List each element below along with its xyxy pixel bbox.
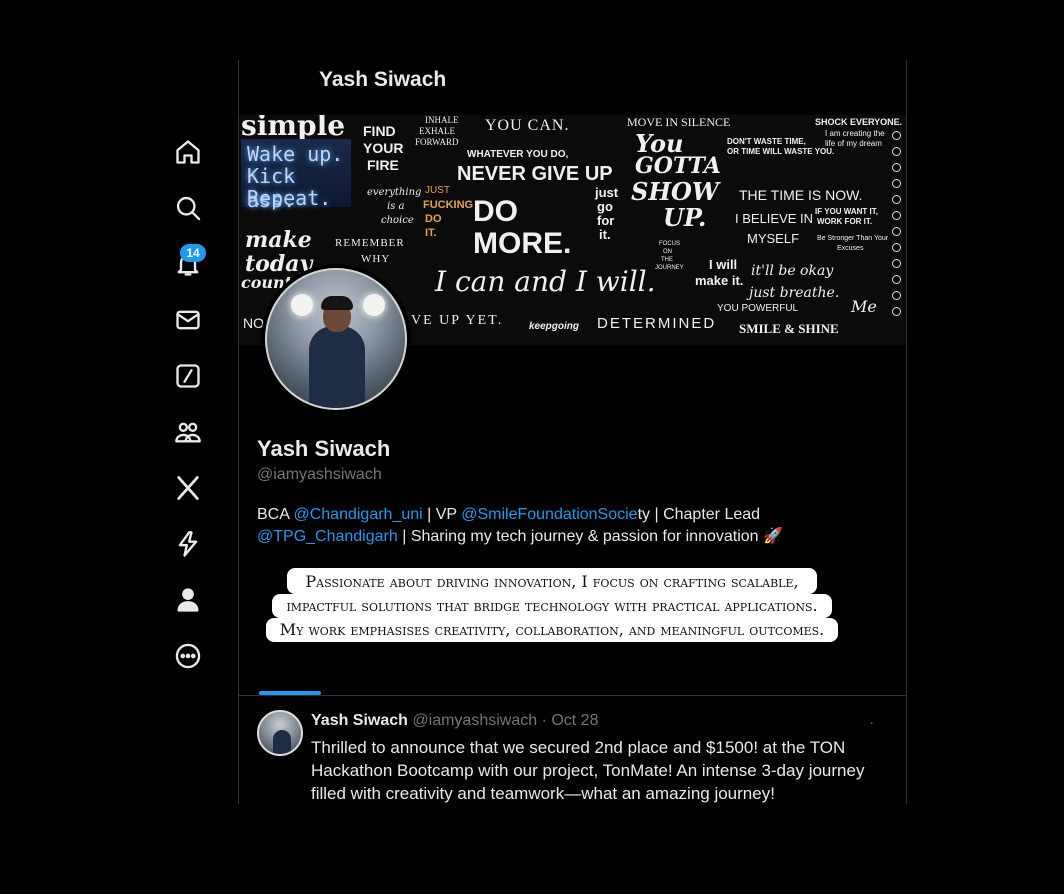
tweet[interactable]: Yash Siwach @iamyashsiwach · Oct 28 · Th… [239,696,906,804]
banner-text: FOCUS [659,241,680,247]
x-logo-icon[interactable] [172,472,204,504]
banner-text: OR TIME WILL WASTE YOU. [727,147,835,156]
banner-text: make it. [695,273,744,288]
more-icon[interactable] [172,640,204,672]
banner-text: SMILE & SHINE [739,321,839,336]
banner-text: just [595,185,619,200]
verified-orgs-icon[interactable] [172,528,204,560]
banner-text: it. [599,227,611,242]
banner-text: FIRE [367,157,399,173]
tweet-text: Thrilled to announce that we secured 2nd… [311,738,865,803]
tweet-handle-time[interactable]: @iamyashsiwach · Oct 28 [412,712,598,729]
profile-icon[interactable] [172,584,204,616]
banner-text: DO [473,195,518,228]
grok-icon[interactable] [172,360,204,392]
profile-avatar[interactable] [261,264,411,414]
banner-text: I will [709,257,738,272]
banner-text: JOURNEY [655,265,684,271]
banner-text: Me [851,297,877,316]
banner-text: THE [661,257,673,263]
banner-text: MOVE IN SILENCE [627,115,731,129]
bio-text: BCA [257,506,294,523]
tweet-header: Yash Siwach @iamyashsiwach · Oct 28 [311,712,598,730]
banner-text: I can and I will. [435,265,656,298]
banner-text: I am creating the [825,129,885,138]
banner-text: FUCKING [423,199,474,211]
profile-column: Yash Siwach simple FIND YOUR FIRE INHALE… [238,60,907,804]
banner-text: YOU POWERFUL [717,303,799,314]
banner-text: FORWARD [415,137,459,147]
banner-text: IF YOU WANT IT, [815,207,878,216]
bio-link-smile-foundation[interactable]: @SmileFoundationSocie [461,506,637,523]
banner-text: Repeat. [247,186,332,210]
banner-text: WHY [361,253,391,265]
bio-text: ty | Chapter Lead [637,506,761,523]
banner-text: IT. [425,227,437,239]
search-icon[interactable] [172,192,204,224]
banner-text: Wake up. [247,142,344,166]
banner-text: SHOCK EVERYONE. [815,117,903,127]
banner-text: keepgoing [529,321,580,332]
communities-icon[interactable] [172,416,204,448]
caption-line: My work emphasises creativity, collabora… [265,618,839,642]
banner-text: DO [425,213,442,225]
caption-overlay: Passionate about driving innovation, I f… [262,568,842,642]
profile-name: Yash Siwach [257,436,391,461]
banner-text: simple [241,115,346,142]
tweet-author-name[interactable]: Yash Siwach [311,712,408,729]
banner-text: GOTTA [635,153,721,179]
profile-bio: BCA @Chandigarh_uni | VP @SmileFoundatio… [257,504,897,548]
banner-text: WHATEVER YOU DO, [467,149,569,160]
profile-handle: @iamyashsiwach [257,466,382,483]
banner-text: YOU CAN. [485,117,570,134]
banner-text: everything [367,187,422,198]
banner-text: make [245,227,312,253]
caption-line: impactful solutions that bridge technolo… [272,594,832,618]
banner-text: DON'T WASTE TIME, [727,137,806,146]
banner-text: Excuses [837,245,864,252]
wake-up-neon-sign: Wake up. Kick ass. Repeat. [241,139,351,212]
messages-icon[interactable] [172,304,204,336]
profile-header: Yash Siwach [239,60,906,115]
banner-text: Be Stronger Than Your [817,235,889,242]
bio-link-tpg-chandigarh[interactable]: @TPG_Chandigarh [257,528,398,545]
tweet-avatar[interactable] [257,710,303,756]
banner-text: go [597,199,613,214]
banner-text: MORE. [473,227,572,260]
home-icon[interactable] [172,136,204,168]
banner-text: MYSELF [747,231,800,246]
banner-text: REMEMBER [335,237,405,249]
bio-link-chandigarh-uni[interactable]: @Chandigarh_uni [293,506,422,523]
more-options-icon[interactable]: · [869,714,874,730]
banner-text: it'll be okay [751,263,834,279]
banner-text: JUST [425,185,450,196]
banner-text: YOUR [363,140,404,156]
page-title: Yash Siwach [319,68,447,91]
banner-text: NEVER GIVE UP [457,163,613,185]
banner-text: choice [381,215,414,226]
banner-text: VE UP YET. [411,313,504,328]
notification-badge: 14 [180,244,206,262]
banner-text: ON [663,249,672,255]
banner-text: UP. [663,203,707,232]
banner-text: I BELIEVE IN [735,211,814,226]
banner-text: DETERMINED [597,315,717,332]
banner-text: is a [387,201,405,212]
banner-text: SHOW [631,177,719,206]
caption-line: Passionate about driving innovation, I f… [287,568,817,594]
bio-text: | Sharing my tech journey & passion for … [397,528,783,545]
banner-text: INHALE [425,115,459,125]
banner-text: WORK FOR IT. [817,217,873,226]
bio-text: | VP [422,506,462,523]
banner-text: FIND [363,123,396,139]
banner-text: EXHALE [419,126,455,136]
moon-phase-decoration [890,131,904,323]
banner-text: just breathe. [749,285,840,301]
banner-text: THE TIME IS NOW. [739,187,863,203]
banner-text: for [597,213,615,228]
avatar-photo [265,268,407,410]
